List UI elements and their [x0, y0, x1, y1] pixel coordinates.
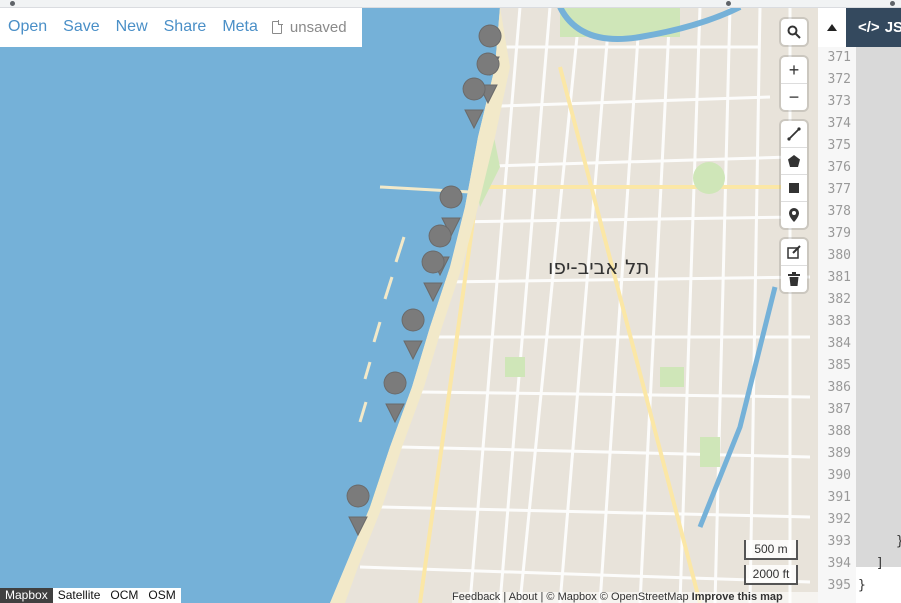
line-number: 377: [827, 182, 851, 197]
line-number: 381: [827, 270, 851, 285]
delete-button[interactable]: [781, 265, 807, 292]
draw-control: [781, 121, 807, 228]
improve-map-link[interactable]: Improve this map: [692, 592, 783, 603]
rectangle-icon: [789, 183, 799, 193]
feedback-link[interactable]: Feedback: [452, 592, 500, 603]
line-number: 388: [827, 424, 851, 439]
line-number: 385: [827, 358, 851, 373]
editor-panel: </> JSON 371 372 373 374 375 376 377 378…: [818, 7, 901, 603]
city-label: תל אביב-יפו: [548, 255, 650, 279]
line-number: 391: [827, 490, 851, 505]
line-number-gutter: 371 372 373 374 375 376 377 378 379 380 …: [818, 47, 856, 603]
trash-icon: [788, 272, 800, 286]
line-number: 389: [827, 446, 851, 461]
line-number: 380: [827, 248, 851, 263]
zoom-out-button[interactable]: −: [781, 83, 807, 110]
mapbox-attribution-link[interactable]: © Mapbox: [546, 592, 596, 603]
geocoder-control: [781, 19, 807, 45]
line-number: 394: [827, 556, 851, 571]
line-number: 386: [827, 380, 851, 395]
editor-header: </> JSON: [818, 7, 901, 47]
line-number: 372: [827, 72, 851, 87]
collapse-toggle[interactable]: [818, 7, 846, 47]
line-number: 387: [827, 402, 851, 417]
search-icon: [787, 25, 801, 39]
document-icon: [271, 19, 283, 34]
save-status: unsaved: [266, 19, 347, 36]
selection-highlight: [856, 47, 901, 567]
line-icon: [787, 127, 801, 141]
share-button[interactable]: Share: [156, 18, 215, 36]
layer-osm[interactable]: OSM: [143, 588, 181, 603]
line-number: 374: [827, 116, 851, 131]
scale-imperial: 2000 ft: [744, 565, 798, 585]
code-line: }: [896, 531, 901, 553]
tab-json-label: JSON: [884, 18, 901, 36]
about-link[interactable]: About: [509, 592, 538, 603]
polygon-icon: [788, 155, 800, 167]
tab-json[interactable]: </> JSON: [846, 7, 901, 47]
layer-mapbox[interactable]: Mapbox: [0, 588, 53, 603]
browser-top-strip: [0, 0, 901, 8]
layer-ocm[interactable]: OCM: [105, 588, 144, 603]
map-basemap: [0, 7, 818, 603]
code-line: }: [858, 578, 866, 593]
line-number: 393: [827, 534, 851, 549]
layer-switcher: Mapbox Satellite OCM OSM: [0, 588, 181, 603]
osm-attribution-link[interactable]: © OpenStreetMap: [600, 592, 689, 603]
line-number: 375: [827, 138, 851, 153]
line-number: 395: [827, 578, 851, 593]
draw-rectangle-button[interactable]: [781, 174, 807, 201]
draw-line-button[interactable]: [781, 121, 807, 147]
edit-button[interactable]: [781, 239, 807, 265]
line-number: 379: [827, 226, 851, 241]
line-number: 382: [827, 292, 851, 307]
save-status-label: unsaved: [289, 18, 347, 36]
map-canvas[interactable]: תל אביב-יפו: [0, 7, 818, 603]
new-button[interactable]: New: [108, 18, 156, 36]
file-toolbar: Open Save New Share Meta unsaved: [0, 7, 362, 47]
code-line: ]: [876, 556, 884, 571]
line-number: 392: [827, 512, 851, 527]
open-button[interactable]: Open: [0, 18, 55, 36]
draw-marker-button[interactable]: [781, 201, 807, 228]
search-button[interactable]: [781, 19, 807, 45]
line-number: 376: [827, 160, 851, 175]
line-number: 378: [827, 204, 851, 219]
zoom-in-button[interactable]: +: [781, 57, 807, 83]
meta-button[interactable]: Meta: [214, 18, 266, 36]
zoom-control: + −: [781, 57, 807, 110]
edit-icon: [787, 245, 801, 259]
line-number: 390: [827, 468, 851, 483]
draw-polygon-button[interactable]: [781, 147, 807, 174]
line-number: 371: [827, 50, 851, 65]
map-attribution: Feedback | About | © Mapbox © OpenStreet…: [452, 592, 818, 603]
layer-satellite[interactable]: Satellite: [52, 588, 106, 603]
marker-icon: [789, 208, 799, 222]
json-code-editor[interactable]: } ] }: [856, 47, 901, 603]
line-number: 373: [827, 94, 851, 109]
line-number: 383: [827, 314, 851, 329]
line-number: 384: [827, 336, 851, 351]
scale-metric: 500 m: [744, 540, 798, 560]
save-button[interactable]: Save: [55, 18, 107, 36]
code-icon: </>: [858, 18, 880, 36]
edit-control: [781, 239, 807, 292]
